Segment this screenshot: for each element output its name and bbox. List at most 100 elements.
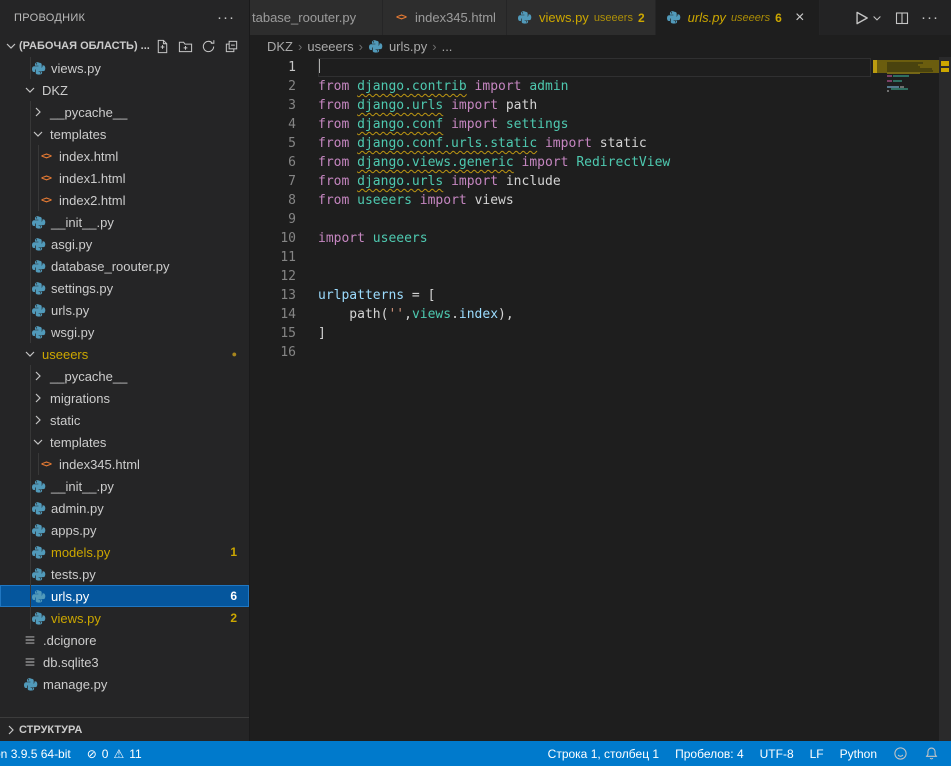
tree-item[interactable]: __init__.py bbox=[0, 211, 249, 233]
bell-icon[interactable] bbox=[916, 741, 947, 766]
tree-item[interactable]: DKZ bbox=[0, 79, 249, 101]
tree-item[interactable]: asgi.py bbox=[0, 233, 249, 255]
problems-status[interactable]: ⊘0⚠11 bbox=[79, 741, 150, 766]
language-mode-status[interactable]: Python bbox=[832, 741, 885, 766]
tree-item[interactable]: static bbox=[0, 409, 249, 431]
tree-item[interactable]: admin.py bbox=[0, 497, 249, 519]
tree-item[interactable]: useeers● bbox=[0, 343, 249, 365]
tree-item[interactable]: .dcignore bbox=[0, 629, 249, 651]
indent-guide bbox=[30, 167, 31, 189]
line-number: 14 bbox=[250, 305, 296, 324]
tree-item-label: models.py bbox=[51, 545, 110, 560]
tree-item[interactable]: wsgi.py bbox=[0, 321, 249, 343]
overview-ruler[interactable] bbox=[939, 57, 951, 741]
python-interpreter-status[interactable]: Python 3.9.5 64-bit bbox=[0, 741, 79, 766]
code-line[interactable]: 16 bbox=[250, 343, 873, 362]
tree-item-label: db.sqlite3 bbox=[43, 655, 99, 670]
encoding-status[interactable]: UTF-8 bbox=[752, 741, 802, 766]
code-token: import bbox=[522, 155, 569, 170]
tree-item[interactable]: urls.py6 bbox=[0, 585, 249, 607]
tab-tabase_roouter.py[interactable]: tabase_roouter.py bbox=[250, 0, 383, 35]
tab-problems-badge: 2 bbox=[638, 11, 645, 25]
tree-item[interactable]: __pycache__ bbox=[0, 365, 249, 387]
breadcrumb-item[interactable]: DKZ bbox=[267, 39, 293, 54]
code-line[interactable]: 3from django.urls import path bbox=[250, 96, 873, 115]
tree-item[interactable]: <>index2.html bbox=[0, 189, 249, 211]
tree-item[interactable]: apps.py bbox=[0, 519, 249, 541]
tree-item[interactable]: manage.py bbox=[0, 673, 249, 695]
tree-item[interactable]: db.sqlite3 bbox=[0, 651, 249, 673]
code-token: useeers bbox=[373, 231, 428, 246]
tree-item[interactable]: <>index1.html bbox=[0, 167, 249, 189]
refresh-icon[interactable] bbox=[200, 38, 216, 54]
code-line-text: from django.conf.urls.static import stat… bbox=[318, 134, 871, 153]
problems-badge: 1 bbox=[230, 545, 237, 559]
indentation-status[interactable]: Пробелов: 4 bbox=[667, 741, 752, 766]
code-line[interactable]: 10import useeers bbox=[250, 229, 873, 248]
line-number: 13 bbox=[250, 286, 296, 305]
minimap[interactable] bbox=[873, 57, 939, 741]
tree-item[interactable]: migrations bbox=[0, 387, 249, 409]
code-line[interactable]: 5from django.conf.urls.static import sta… bbox=[250, 134, 873, 153]
indent-guide bbox=[30, 563, 31, 585]
explorer-more-actions-icon[interactable]: ··· bbox=[217, 13, 235, 23]
run-button[interactable] bbox=[852, 9, 883, 27]
code-line[interactable]: 2from django.contrib import admin bbox=[250, 77, 873, 96]
tree-item[interactable]: database_roouter.py bbox=[0, 255, 249, 277]
indent-guide bbox=[30, 255, 31, 277]
outline-section-header[interactable]: СТРУКТУРА bbox=[0, 717, 249, 741]
tree-item[interactable]: tests.py bbox=[0, 563, 249, 585]
chevron-right-icon bbox=[30, 104, 46, 120]
code-line[interactable]: 11 bbox=[250, 248, 873, 267]
feedback-icon[interactable] bbox=[885, 741, 916, 766]
new-file-icon[interactable] bbox=[154, 38, 170, 54]
code-line[interactable]: 7from django.urls import include bbox=[250, 172, 873, 191]
tree-item[interactable]: urls.py bbox=[0, 299, 249, 321]
new-folder-icon[interactable] bbox=[177, 38, 193, 54]
collapse-all-icon[interactable] bbox=[223, 38, 239, 54]
tree-item[interactable]: <>index345.html bbox=[0, 453, 249, 475]
tab-urls.py[interactable]: urls.pyuseeers6× bbox=[656, 0, 820, 35]
py-file-icon bbox=[30, 478, 46, 494]
tree-item[interactable]: __init__.py bbox=[0, 475, 249, 497]
breadcrumb-item[interactable]: urls.py bbox=[368, 38, 427, 54]
chevron-right-icon bbox=[30, 368, 46, 384]
tree-item[interactable]: templates bbox=[0, 123, 249, 145]
tab-views.py[interactable]: views.pyuseeers2 bbox=[507, 0, 656, 35]
tree-item-label: templates bbox=[50, 127, 106, 142]
code-line[interactable]: 9 bbox=[250, 210, 873, 229]
close-icon[interactable]: × bbox=[791, 9, 809, 27]
tab-label: urls.py bbox=[688, 10, 726, 25]
tree-item[interactable]: settings.py bbox=[0, 277, 249, 299]
tree-item[interactable]: models.py 1 bbox=[0, 541, 249, 563]
vscode-window: ПРОВОДНИК ··· (РАБОЧАЯ ОБЛАСТЬ) ... view… bbox=[0, 0, 951, 766]
split-editor-icon[interactable] bbox=[894, 10, 910, 26]
breadcrumb-item[interactable]: ... bbox=[442, 39, 453, 54]
code-line[interactable]: 15] bbox=[250, 324, 873, 343]
code-line[interactable]: 1 bbox=[250, 58, 873, 77]
workspace-section-header[interactable]: (РАБОЧАЯ ОБЛАСТЬ) ... bbox=[0, 35, 249, 57]
tree-item[interactable]: __pycache__ bbox=[0, 101, 249, 123]
tree-item[interactable]: templates bbox=[0, 431, 249, 453]
more-actions-icon[interactable]: ··· bbox=[921, 13, 939, 23]
breadcrumb-item[interactable]: useeers bbox=[307, 39, 353, 54]
status-left: Python 3.9.5 64-bit⊘0⚠11 bbox=[0, 741, 150, 766]
status-right: Строка 1, столбец 1Пробелов: 4UTF-8LFPyt… bbox=[540, 741, 951, 766]
code-line[interactable]: 13urlpatterns = [ bbox=[250, 286, 873, 305]
code-line[interactable]: 8from useeers import views bbox=[250, 191, 873, 210]
code-token: from bbox=[318, 136, 357, 151]
tree-item-label: urls.py bbox=[51, 303, 89, 318]
tree-item[interactable]: views.py bbox=[0, 57, 249, 79]
code-line[interactable]: 14 path('',views.index), bbox=[250, 305, 873, 324]
code-token bbox=[498, 98, 506, 113]
tree-item-label: migrations bbox=[50, 391, 110, 406]
eol-status[interactable]: LF bbox=[802, 741, 832, 766]
code-line[interactable]: 12 bbox=[250, 267, 873, 286]
cursor-position-status[interactable]: Строка 1, столбец 1 bbox=[540, 741, 667, 766]
tab-index345.html[interactable]: <>index345.html bbox=[383, 0, 507, 35]
code-line[interactable]: 4from django.conf import settings bbox=[250, 115, 873, 134]
tree-item[interactable]: views.py2 bbox=[0, 607, 249, 629]
tree-item[interactable]: <>index.html bbox=[0, 145, 249, 167]
code-content[interactable]: 12from django.contrib import admin3from … bbox=[250, 57, 873, 741]
code-line[interactable]: 6from django.views.generic import Redire… bbox=[250, 153, 873, 172]
